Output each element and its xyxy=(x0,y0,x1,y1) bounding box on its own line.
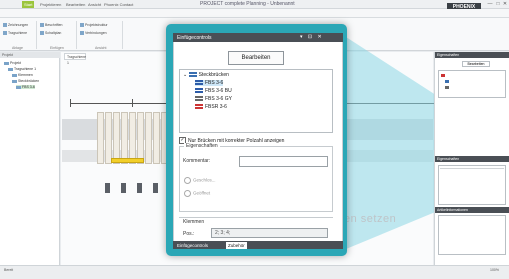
menu-bar xyxy=(0,9,509,18)
terminals-legend: Klemmen xyxy=(183,219,205,225)
comment-label: Kommentar: xyxy=(183,158,211,164)
ribbon-item-projektstruktur[interactable]: Projektstruktur xyxy=(80,23,108,28)
ribbon-group-label: Ablage xyxy=(12,46,23,50)
tree-item[interactable]: Steckbrücken xyxy=(12,79,39,83)
bridge-icon xyxy=(195,104,203,110)
ribbon-group-label: Einfügen xyxy=(50,46,64,50)
menu-start[interactable]: Start xyxy=(22,1,35,8)
bridge-icon xyxy=(12,79,17,83)
ribbon-separator xyxy=(76,21,77,49)
app-title: PROJECT complete Planning - Unbenannt xyxy=(200,1,295,7)
plug-in-bridge[interactable] xyxy=(111,158,144,163)
marker-strip xyxy=(153,183,158,193)
bridge-tree-root[interactable]: ⌄ Steckbrücken xyxy=(183,72,229,78)
folder-icon xyxy=(4,61,9,65)
terminal-icon xyxy=(12,73,17,77)
edit-button[interactable]: Bearbeiten xyxy=(228,51,284,65)
terminal-block[interactable] xyxy=(137,112,144,164)
terminal-block[interactable] xyxy=(97,112,104,164)
minimize-icon[interactable]: — xyxy=(486,1,494,7)
bridge-tree-item[interactable]: FBS 3-6 GY xyxy=(195,96,232,102)
ribbon-separator xyxy=(36,21,37,49)
bridge-tree-item[interactable]: FBS 3-6 xyxy=(195,80,224,86)
ribbon-separator xyxy=(122,21,123,49)
menu-bearbeiten[interactable]: Bearbeiten xyxy=(66,1,85,8)
connection-icon xyxy=(80,31,84,36)
terminal-block[interactable] xyxy=(129,112,136,164)
comment-input[interactable] xyxy=(239,156,328,167)
article-info-content xyxy=(438,215,506,255)
ribbon-item-zeichnungen[interactable]: Zeichnungen xyxy=(3,23,28,28)
bridge-tree-item[interactable]: FBSR 3-6 xyxy=(195,104,227,110)
article-info-header: Artikelinformationen xyxy=(435,207,509,213)
status-bar xyxy=(0,265,509,279)
dialog-window-controls[interactable]: ▾ ⊡ ✕ xyxy=(300,34,324,40)
properties-panel-header: Eigenschaften xyxy=(435,52,509,58)
marker-strip xyxy=(105,183,110,193)
project-tree-header: Projekt xyxy=(0,52,60,58)
tree-item[interactable]: FBS 3-6 xyxy=(16,85,35,89)
ribbon-item-verbindungen[interactable]: Verbindungen xyxy=(80,31,107,36)
label-icon xyxy=(40,23,44,28)
rail-icon xyxy=(8,67,13,71)
position-field[interactable]: 2; 3; 4; xyxy=(211,228,328,238)
tab-insert-controls[interactable]: Einfügecontrols xyxy=(175,242,210,249)
structure-icon xyxy=(80,23,84,28)
dimension-tick xyxy=(70,99,71,107)
position-label: Pos.: xyxy=(183,231,195,237)
terminal-block[interactable] xyxy=(121,112,128,164)
radio-closed[interactable]: Geschlos... xyxy=(184,177,216,184)
marker-strip xyxy=(121,183,126,193)
ribbon-item-schaltplan[interactable]: Schaltplan xyxy=(40,31,61,36)
ribbon-item-beschriften[interactable]: Beschriften xyxy=(40,23,63,28)
bridge-tree-item[interactable]: FBS 3-6 BU xyxy=(195,88,232,94)
tree-item[interactable]: Projekt xyxy=(4,61,21,65)
tree-item[interactable]: Klemmen xyxy=(12,73,33,77)
bridge-icon xyxy=(195,80,203,86)
bridge-icon xyxy=(445,86,449,89)
dialog-title: Einfügecontrols xyxy=(177,35,212,41)
bridge-icon xyxy=(188,72,197,78)
menu-phoenix-contact[interactable]: Phoenix Contact xyxy=(104,1,133,8)
marker-strip xyxy=(137,183,142,193)
ribbon-item-tragschiene[interactable]: Tragschiene xyxy=(3,31,27,36)
terminal-block[interactable] xyxy=(145,112,152,164)
bridge-icon xyxy=(195,88,203,94)
close-icon[interactable]: ✕ xyxy=(501,1,509,7)
tab-accessories[interactable]: Zubehör xyxy=(226,242,247,249)
divider xyxy=(440,168,504,169)
bridge-icon xyxy=(441,74,445,77)
bridge-icon xyxy=(16,85,21,89)
dimension-tick xyxy=(132,99,133,107)
menu-ansicht[interactable]: Ansicht xyxy=(88,1,101,8)
drawing-icon xyxy=(3,23,7,28)
menu-projektieren[interactable]: Projektieren xyxy=(40,1,61,8)
article-info-box xyxy=(438,165,506,205)
panel-tree-box xyxy=(438,70,506,98)
properties-panel-header-2: Eigenschaften xyxy=(435,156,509,162)
canvas-tab[interactable]: Tragschiene 1 xyxy=(64,53,86,65)
terminal-block[interactable] xyxy=(113,112,120,164)
zoom-level: 100% xyxy=(490,268,499,272)
tree-item[interactable]: Tragschiene 1 xyxy=(8,67,36,71)
status-text: Bereit xyxy=(4,268,14,272)
bridge-icon xyxy=(195,96,203,102)
project-tree-panel xyxy=(0,52,60,265)
terminal-block[interactable] xyxy=(153,112,160,164)
panel-edit-button[interactable]: Bearbeiten xyxy=(462,61,490,67)
ribbon-group-label: Ansicht xyxy=(95,46,107,50)
properties-legend: Eigenschaften xyxy=(184,143,220,149)
terminal-block[interactable] xyxy=(105,112,112,164)
schematic-icon xyxy=(40,31,44,36)
radio-open[interactable]: Geöffnet xyxy=(184,190,210,197)
bridge-icon xyxy=(445,80,449,83)
rail-icon xyxy=(3,31,7,36)
radio-icon xyxy=(184,190,191,197)
radio-icon xyxy=(184,177,191,184)
